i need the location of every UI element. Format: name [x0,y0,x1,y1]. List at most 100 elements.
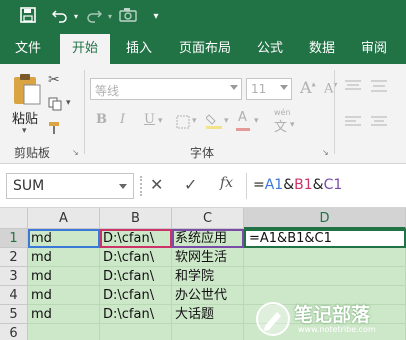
select-all-corner[interactable] [0,208,28,229]
fill-color-icon[interactable] [205,112,222,134]
save-icon[interactable] [18,7,38,27]
cell-c5[interactable]: 大话题 [172,305,244,324]
chevron-down-icon [280,85,288,90]
cut-icon[interactable]: ✂ [48,72,60,88]
row-header[interactable]: 3 [0,267,28,286]
underline-dropdown-icon[interactable]: ▾ [158,116,163,126]
bold-icon[interactable]: B [96,112,107,127]
align-center-icon[interactable] [370,114,388,133]
cell-b3[interactable]: D:\cfan\ [100,267,172,286]
italic-icon[interactable]: I [120,112,125,127]
watermark-logo: 笔记部落 www.notetribe.com [254,300,404,338]
row-header[interactable]: 1 [0,229,28,248]
undo-dropdown-icon[interactable]: ▾ [66,7,86,27]
row-header[interactable]: 5 [0,305,28,324]
cell-b5[interactable]: D:\cfan\ [100,305,172,324]
clipboard-group-label: 剪贴板 [14,146,51,160]
column-header-d[interactable]: D [244,208,406,229]
row-header[interactable]: 4 [0,286,28,305]
formula-reference: A1 [264,177,284,193]
cell-d3[interactable] [244,267,406,286]
font-name-value: 等线 [95,84,120,98]
cell-a6[interactable] [28,324,100,340]
group-separator [334,70,335,154]
formula-text: =A1&B1&C1 [253,177,342,193]
cell-c2[interactable]: 软网生活 [172,248,244,267]
font-name-select[interactable]: 等线 [90,78,242,100]
group-separator [84,70,85,154]
formula-part: = [253,177,265,193]
format-painter-icon[interactable] [48,120,62,139]
clipboard-launcher-icon[interactable]: ↘ [72,148,79,157]
reference-highlight-c1 [172,229,244,248]
watermark-url: www.notetribe.com [298,325,376,334]
tab-review[interactable]: 审阅 [352,34,396,64]
chevron-down-icon [230,85,238,90]
customize-qat-icon[interactable]: ▾ [146,7,166,27]
name-box-value: SUM [13,178,45,194]
formula-part: & [283,177,295,193]
name-box[interactable]: SUM [6,173,134,199]
border-dropdown-icon[interactable]: ▾ [192,116,197,126]
column-header-a[interactable]: A [28,208,100,229]
camera-icon[interactable] [118,7,138,27]
enter-icon[interactable]: ✓ [184,175,197,194]
formula-bar-splitter[interactable] [140,176,142,196]
formula-part: & [312,177,324,193]
copy-icon[interactable] [48,96,62,115]
phonetic-guide-icon[interactable]: 文 [274,116,287,135]
fill-dropdown-icon[interactable]: ▾ [224,116,229,126]
formula-reference: B1 [294,177,313,193]
font-launcher-icon[interactable]: ↘ [322,148,329,157]
paste-dropdown-icon[interactable]: ▾ [22,126,27,136]
row-header[interactable]: 6 [0,324,28,340]
redo-dropdown-icon[interactable]: ▾ [100,7,120,27]
tab-file[interactable]: 文件 [6,34,50,64]
font-color-dropdown-icon[interactable]: ▾ [254,116,259,126]
align-top-icon[interactable] [344,78,362,97]
row-header[interactable]: 2 [0,248,28,267]
align-left-icon[interactable] [344,114,362,133]
font-size-value: 11 [251,82,267,96]
chevron-down-icon [119,184,127,189]
font-group-label: 字体 [190,146,215,160]
cell-d2[interactable] [244,248,406,267]
cell-c6[interactable] [172,324,244,340]
font-color-icon[interactable]: A [238,110,247,125]
formula-bar: SUM ✕ ✓ fx =A1&B1&C1 [0,164,406,208]
cell-b2[interactable]: D:\cfan\ [100,248,172,267]
cell-d1[interactable]: =A1&B1&C1 [244,229,406,248]
cell-b6[interactable] [100,324,172,340]
cell-a2[interactable]: md [28,248,100,267]
cell-c4[interactable]: 办公世代 [172,286,244,305]
formula-reference: C1 [323,177,343,193]
column-header-b[interactable]: B [100,208,172,229]
border-icon[interactable] [176,114,190,133]
cell-a5[interactable]: md [28,305,100,324]
tab-formulas[interactable]: 公式 [248,34,292,64]
cancel-icon[interactable]: ✕ [150,175,163,194]
tab-page-layout[interactable]: 页面布局 [170,34,240,64]
cell-b4[interactable]: D:\cfan\ [100,286,172,305]
cell-a3[interactable]: md [28,267,100,286]
insert-function-icon[interactable]: fx [220,175,233,191]
tab-home[interactable]: 开始 [60,34,110,64]
ribbon-home: 粘贴 ▾ ✂ ▾ 剪贴板 ↘ 等线 11 A▴ A▾ B I U ▾ ▾ ▾ A… [0,64,406,164]
column-header-c[interactable]: C [172,208,244,229]
underline-icon[interactable]: U [144,112,155,127]
cell-a4[interactable]: md [28,286,100,305]
align-middle-icon[interactable] [370,78,388,97]
tab-insert[interactable]: 插入 [116,34,162,64]
tab-data[interactable]: 数据 [300,34,344,64]
increase-font-icon[interactable]: A▴ [300,78,316,97]
formula-input[interactable]: =A1&B1&C1 [246,173,404,199]
reference-highlight-a1 [28,229,100,248]
decrease-font-icon[interactable]: A▾ [324,80,337,96]
font-color-swatch [236,128,250,131]
paste-label[interactable]: 粘贴 [12,108,38,127]
font-size-select[interactable]: 11 [246,78,292,100]
phonetic-dropdown-icon[interactable]: ▾ [290,120,295,130]
paste-icon[interactable] [12,72,42,106]
cell-c3[interactable]: 和学院 [172,267,244,286]
copy-dropdown-icon[interactable]: ▾ [66,98,71,108]
